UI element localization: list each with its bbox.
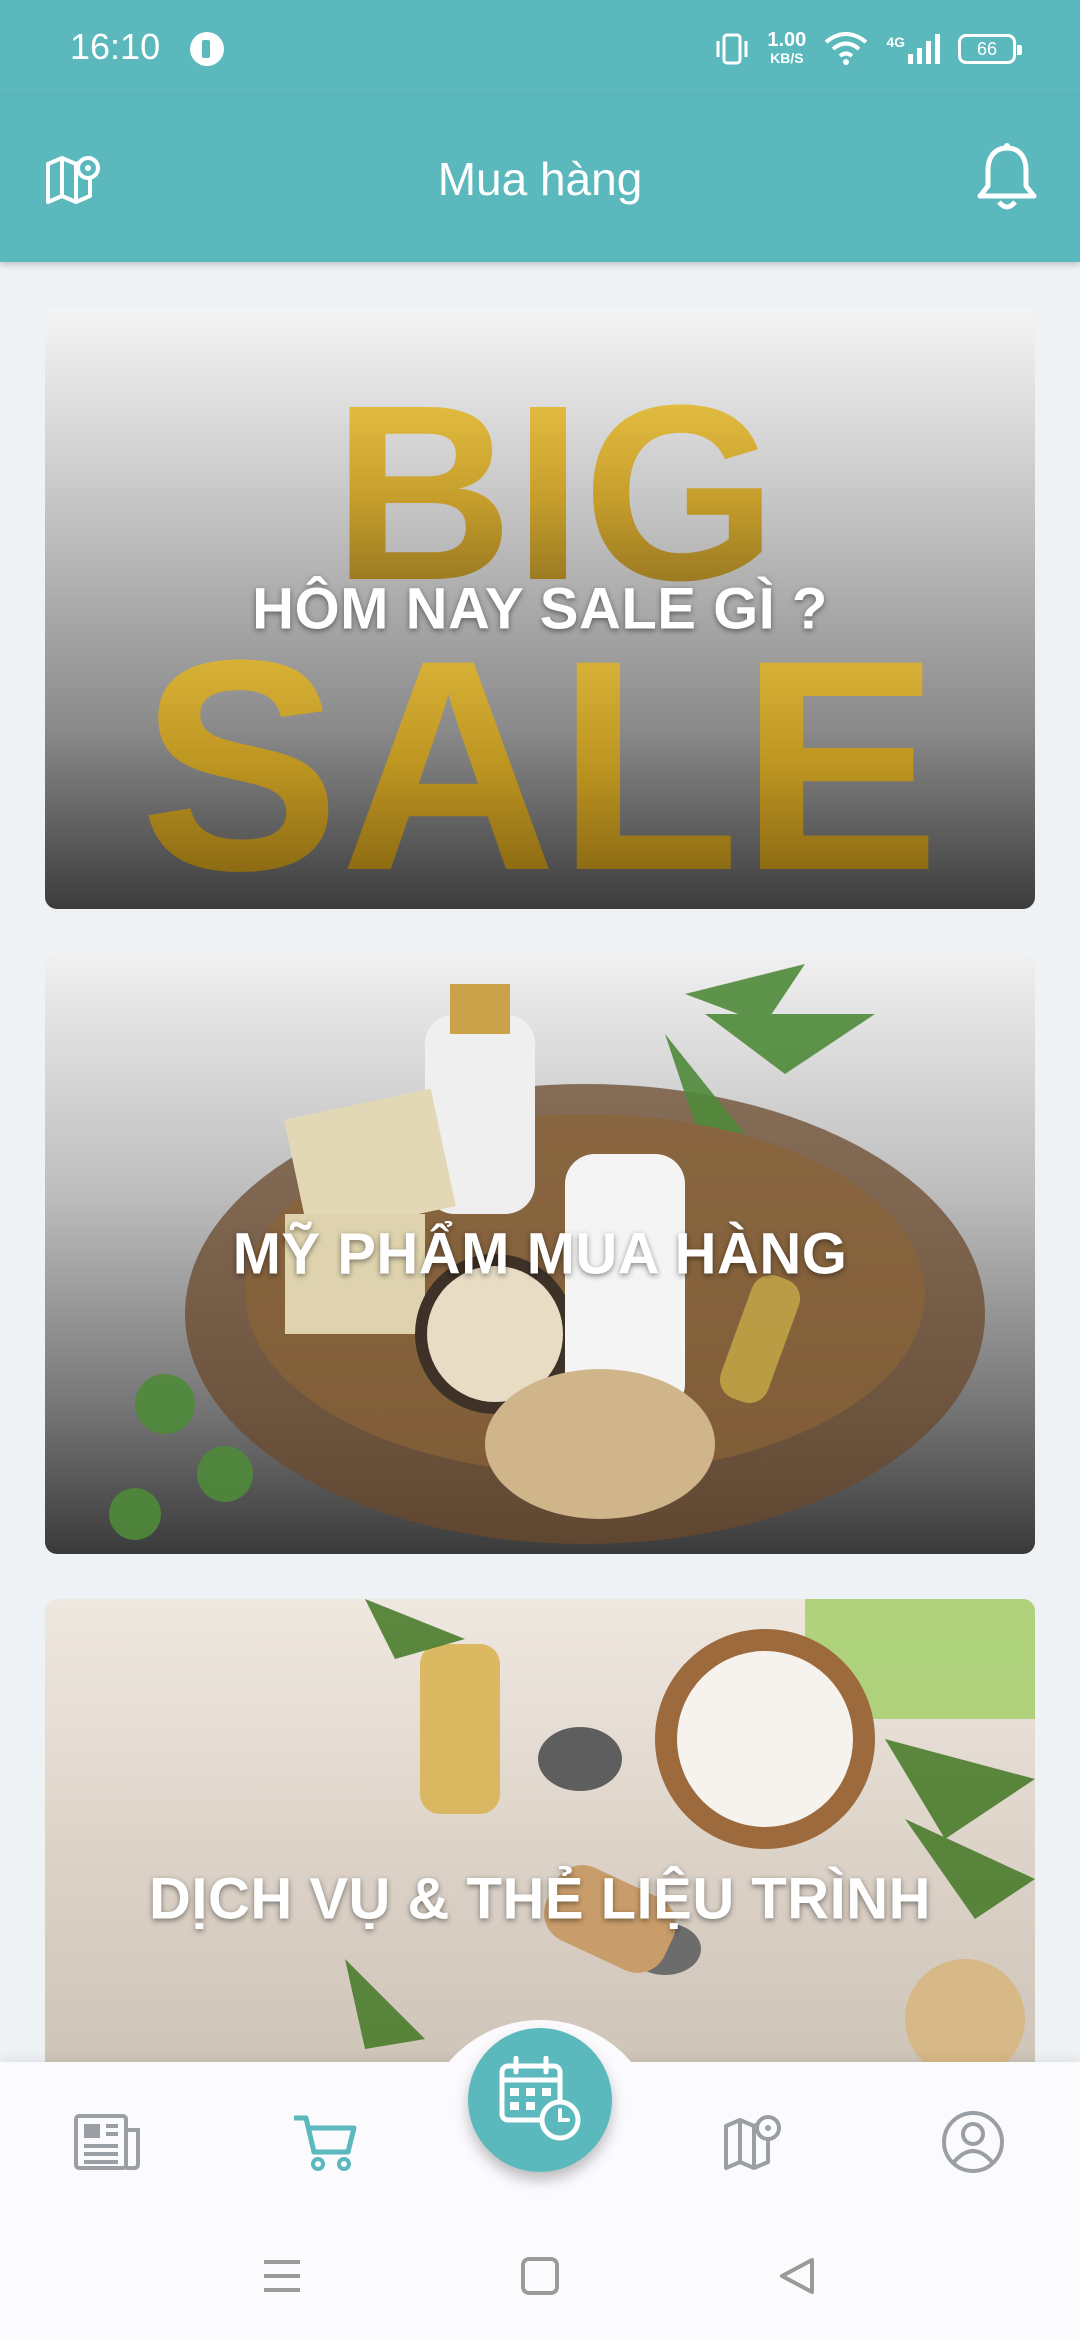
status-time: 16:10 xyxy=(70,26,161,67)
card-title-sale: HÔM NAY SALE GÌ ? xyxy=(252,576,828,642)
card-title-services: DỊCH VỤ & THẺ LIỆU TRÌNH xyxy=(148,1866,932,1932)
category-card-cosmetics[interactable]: MỸ PHẨM MUA HÀNG xyxy=(45,954,1035,1554)
signal-icon xyxy=(908,34,940,64)
network-type: 4G xyxy=(886,34,905,50)
category-list: BIG SALE HÔM NAY SALE GÌ ? MỸ PHẨM MUA H… xyxy=(0,262,1080,2062)
app-notification-icon xyxy=(190,32,224,66)
booking-fab-button[interactable] xyxy=(468,2028,612,2172)
page-title: Mua hàng xyxy=(437,153,643,205)
network-speed-unit: KB/S xyxy=(770,50,804,66)
news-icon[interactable] xyxy=(72,2110,142,2174)
cart-icon[interactable] xyxy=(290,2110,360,2174)
card-title-cosmetics: MỸ PHẨM MUA HÀNG xyxy=(232,1221,848,1287)
network-speed-value: 1.00 xyxy=(767,29,807,51)
spa-products-image xyxy=(345,1599,1035,2062)
bell-icon[interactable] xyxy=(974,142,1040,214)
recent-apps-icon[interactable] xyxy=(258,2252,306,2300)
system-navigation-bar xyxy=(0,2212,1080,2340)
status-indicators: 1.00 KB/S 4G 66 xyxy=(715,24,1022,74)
battery-icon: 66 xyxy=(958,34,1022,64)
category-card-sale[interactable]: BIG SALE HÔM NAY SALE GÌ ? xyxy=(45,309,1035,909)
calendar-clock-icon xyxy=(499,2056,581,2141)
home-icon[interactable] xyxy=(516,2252,564,2300)
map-pin-icon[interactable] xyxy=(720,2110,790,2174)
category-card-services[interactable]: DỊCH VỤ & THẺ LIỆU TRÌNH xyxy=(45,1599,1035,2062)
battery-level: 66 xyxy=(976,38,998,59)
status-bar: 16:10 1.00 KB/S 4G 66 xyxy=(0,0,1080,96)
profile-icon[interactable] xyxy=(938,2110,1008,2174)
cellular-signal: 4G xyxy=(886,34,940,64)
wifi-icon xyxy=(825,32,868,65)
app-bar: Mua hàng xyxy=(0,96,1080,262)
vibrate-icon xyxy=(716,33,748,65)
svg-text:SALE: SALE xyxy=(140,597,940,909)
back-icon[interactable] xyxy=(774,2252,822,2300)
network-speed: 1.00 KB/S xyxy=(767,29,807,67)
